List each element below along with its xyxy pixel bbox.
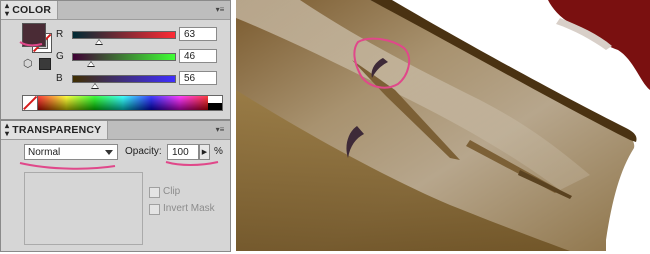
invert-mask-checkbox[interactable] (149, 204, 160, 215)
channel-g-value[interactable]: 46 (179, 49, 217, 63)
blend-mode-value: Normal (28, 146, 61, 158)
channel-b-slider[interactable] (72, 75, 176, 89)
opacity-label: Opacity: (125, 146, 162, 157)
slider-thumb[interactable] (87, 61, 96, 67)
transparency-panel-tabbar: ▴ ▾ TRANSPARENCY ▾≡ (1, 121, 230, 140)
channel-g-label: G (56, 50, 64, 62)
color-panel: ▴ ▾ COLOR ▾≡ ⬡ R 63 G 46 B 56 (0, 0, 231, 120)
fill-swatch[interactable] (22, 23, 46, 47)
none-color-swatch[interactable] (23, 96, 38, 110)
channel-b-row: B (56, 71, 70, 85)
channel-g-row: G (56, 49, 70, 63)
clip-checkbox[interactable] (149, 187, 160, 198)
channel-b-value[interactable]: 56 (179, 71, 217, 85)
double-arrow-icon[interactable]: ▴ ▾ (5, 2, 9, 18)
double-arrow-icon[interactable]: ▴ ▾ (5, 122, 9, 138)
chevron-down-icon[interactable] (105, 150, 113, 155)
panel-menu-icon[interactable]: ▾≡ (212, 123, 228, 135)
tab-transparency-label: TRANSPARENCY (12, 124, 102, 136)
panel-menu-icon[interactable]: ▾≡ (212, 3, 228, 15)
clip-label: Clip (163, 186, 181, 197)
object-thumbnail[interactable] (24, 172, 143, 245)
tab-transparency[interactable]: ▴ ▾ TRANSPARENCY (1, 121, 109, 139)
black-white-swatch[interactable] (208, 96, 222, 110)
channel-r-row: R (56, 27, 70, 41)
square-icon[interactable] (39, 58, 51, 70)
blend-mode-select[interactable]: Normal (24, 144, 118, 160)
tab-color[interactable]: ▴ ▾ COLOR (1, 1, 59, 19)
channel-r-value[interactable]: 63 (179, 27, 217, 41)
channel-b-label: B (56, 72, 63, 84)
opacity-input[interactable]: 100 (167, 144, 199, 160)
right-triangle-icon[interactable]: ▶ (199, 144, 210, 160)
channel-g-slider[interactable] (72, 53, 176, 67)
channel-r-label: R (56, 28, 64, 40)
slider-thumb[interactable] (91, 83, 100, 89)
color-spectrum[interactable] (22, 95, 223, 111)
panels-dock: ▴ ▾ COLOR ▾≡ ⬡ R 63 G 46 B 56 ▴ ▾ TRANSP… (0, 0, 231, 252)
opacity-unit: % (214, 146, 223, 157)
channel-r-slider[interactable] (72, 31, 176, 45)
cube-icon[interactable]: ⬡ (23, 57, 33, 70)
color-panel-tabbar: ▴ ▾ COLOR ▾≡ (1, 1, 230, 20)
tab-color-label: COLOR (12, 4, 52, 16)
slider-thumb[interactable] (94, 39, 103, 45)
spectrum-ramp[interactable] (38, 96, 208, 110)
invert-mask-label: Invert Mask (163, 203, 215, 214)
